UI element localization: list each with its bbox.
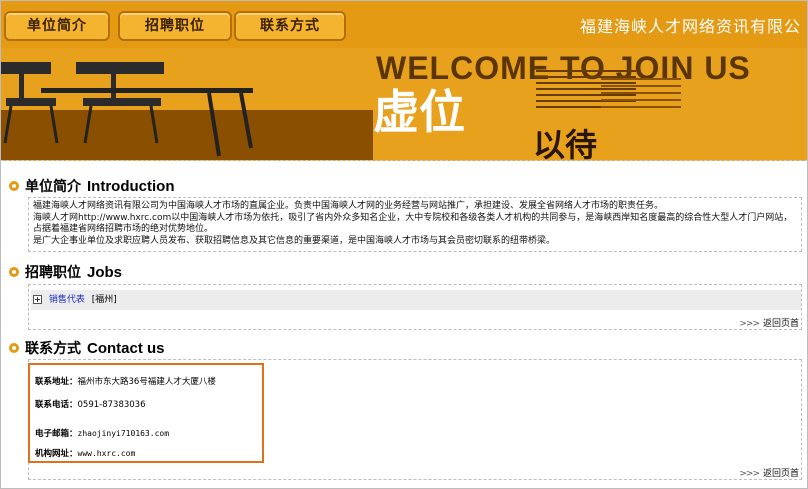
contact-phone-row: 联系电话：0591-87383036 [35, 398, 145, 410]
section-title-en: Jobs [87, 263, 123, 281]
contact-website-row: 机构网址：www.hxrc.com [35, 447, 135, 459]
back-to-top-label: 返回页首 [762, 469, 799, 479]
banner-headline: 虚位 [373, 85, 465, 139]
email-value[interactable]: zhaojinyi710163.com [78, 429, 170, 438]
section-title-cn: 联系方式 [25, 341, 81, 357]
section-title-cn: 招聘职位 [25, 265, 81, 281]
intro-paragraph: 海峡人才网http://www.hxrc.com以中国海峡人才市场为依托，吸引了… [33, 212, 793, 235]
back-to-top-link[interactable]: >>> 返回页首 [739, 316, 799, 329]
company-name: 福建海峡人才网络资讯有限公 [579, 17, 801, 36]
expand-plus-icon[interactable] [33, 295, 42, 304]
back-to-top-link[interactable]: >>> 返回页首 [739, 466, 799, 479]
intro-paragraph: 是广大企事业单位及求职应聘人员发布、获取招聘信息及其它信息的重要渠道，是中国海峡… [33, 235, 556, 246]
back-to-top-label: 返回页首 [762, 319, 799, 329]
phone-label: 联系电话： [35, 400, 78, 410]
section-title-en: Contact us [87, 339, 165, 357]
triple-chevron-icon: >>> [739, 319, 760, 329]
intro-box: 福建海峡人才网络资讯有限公司为中国海峡人才市场的直属企业。负责中国海峡人才网的业… [28, 197, 802, 252]
circle-bullet-icon [9, 181, 19, 191]
contact-email-row: 电子邮箱：zhaojinyi710163.com [35, 427, 169, 439]
chairs-table-illustration [1, 48, 373, 160]
nav-button-contact[interactable]: 联系方式 [234, 11, 346, 41]
job-list-item: 销售代表 [福州] [31, 290, 801, 310]
nav-button-jobs[interactable]: 招聘职位 [118, 11, 232, 41]
triple-chevron-icon: >>> [739, 469, 760, 479]
intro-paragraph: 福建海峡人才网络资讯有限公司为中国海峡人才市场的直属企业。负责中国海峡人才网的业… [33, 201, 664, 211]
address-label: 联系地址： [35, 377, 78, 387]
circle-bullet-icon [9, 343, 19, 353]
website-link[interactable]: www.hxrc.com [78, 449, 136, 458]
circle-bullet-icon [9, 267, 19, 277]
email-label: 电子邮箱： [35, 429, 78, 439]
page-frame: 单位简介 招聘职位 联系方式 福建海峡人才网络资讯有限公 WELCOME TO … [0, 0, 808, 489]
section-title-cn: 单位简介 [25, 179, 81, 195]
section-title-en: Introduction [87, 177, 175, 195]
banner-decor-lines-2 [601, 78, 681, 113]
phone-value: 0591-87383036 [77, 400, 146, 410]
nav-button-intro[interactable]: 单位简介 [4, 11, 110, 41]
contact-info-highlight: 联系地址：福州市东大路36号福建人才大厦八楼 联系电话：0591-8738303… [28, 363, 264, 463]
section-title-contact: 联系方式 Contact us [9, 338, 165, 358]
website-label: 机构网址： [35, 449, 78, 459]
banner-image: WELCOME TO JOIN US 虚位 以待 [1, 48, 807, 161]
section-title-intro: 单位简介 Introduction [9, 176, 174, 196]
contact-address-row: 联系地址：福州市东大路36号福建人才大厦八楼 [35, 375, 216, 387]
address-value: 福州市东大路36号福建人才大厦八楼 [77, 377, 216, 387]
top-nav-bar: 单位简介 招聘职位 联系方式 福建海峡人才网络资讯有限公 [1, 1, 807, 49]
job-location: [福州] [91, 295, 117, 305]
banner-subheadline: 以待 [533, 126, 598, 161]
section-title-jobs: 招聘职位 Jobs [9, 262, 122, 282]
job-title-link[interactable]: 销售代表 [49, 295, 85, 305]
